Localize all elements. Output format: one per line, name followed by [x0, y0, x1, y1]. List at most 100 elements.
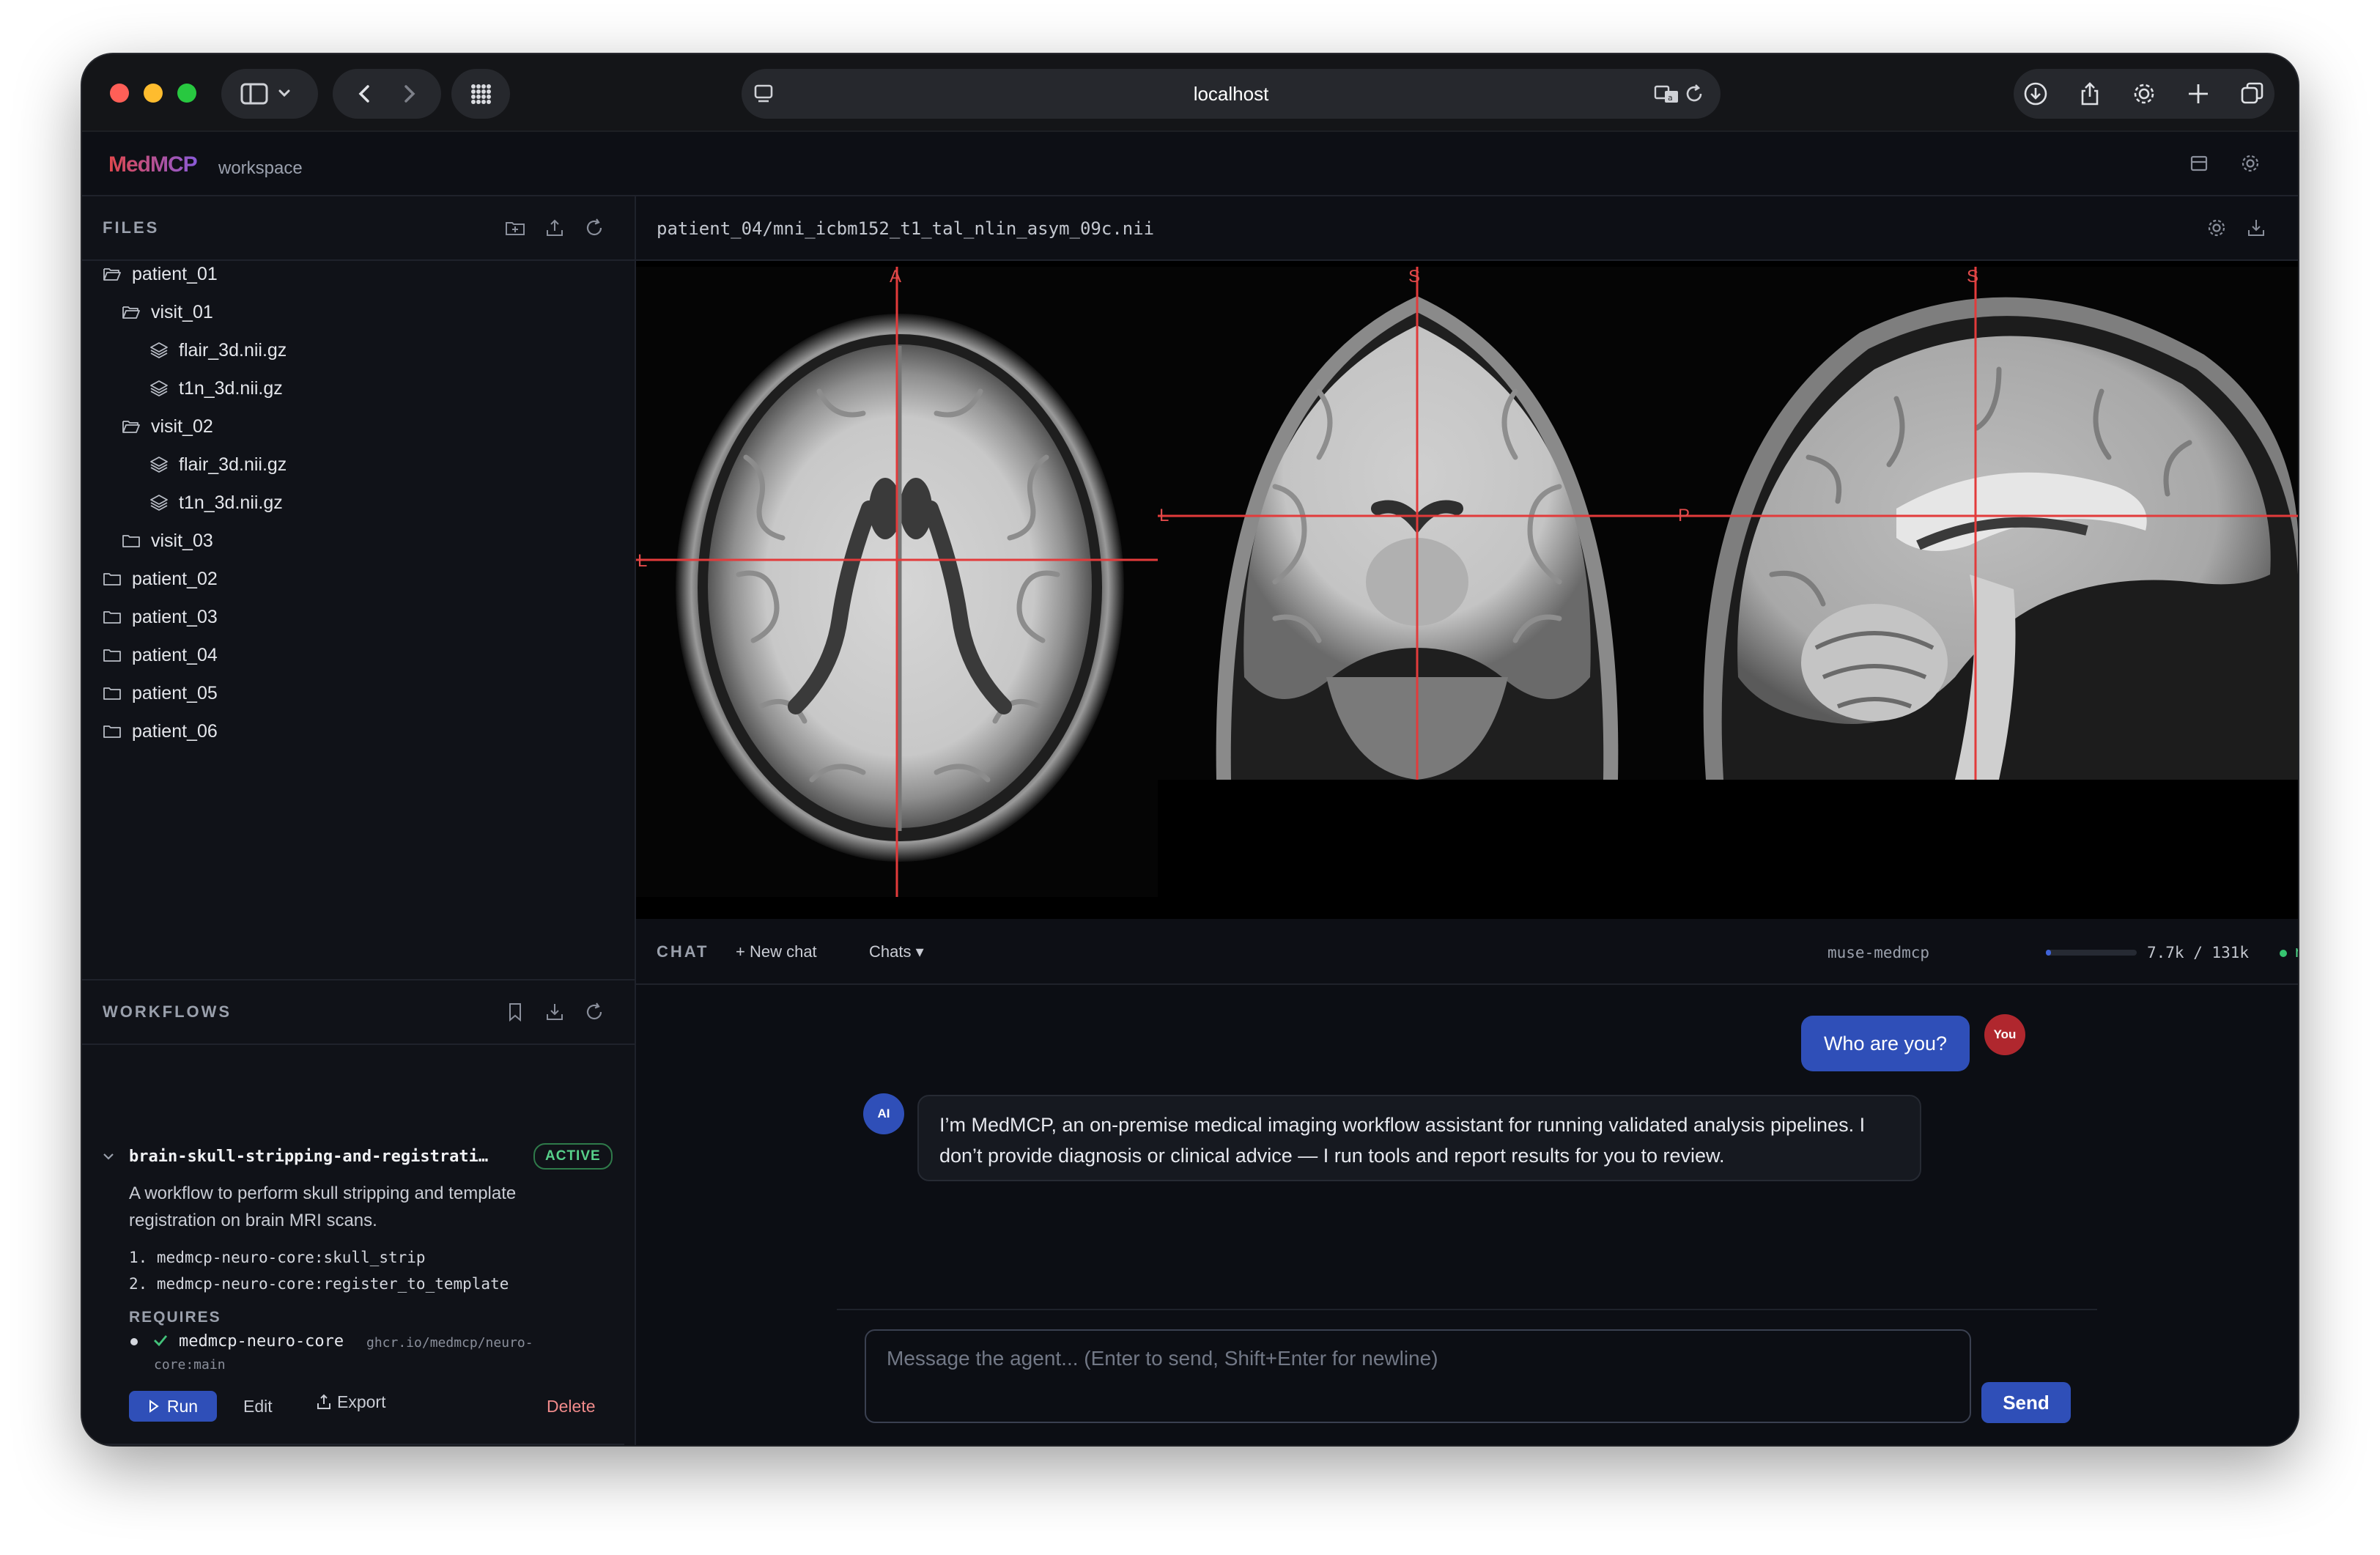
token-usage-bar: [2046, 950, 2137, 956]
check-icon: [154, 1335, 168, 1347]
viewer-header: patient_04/mni_icbm152_t1_tal_nlin_asym_…: [636, 196, 2298, 261]
download-icon[interactable]: [2022, 81, 2049, 107]
tree-item-label: visit_03: [151, 530, 213, 551]
refresh-icon[interactable]: [583, 1001, 605, 1023]
export-button[interactable]: Export: [315, 1392, 385, 1412]
svg-text:a: a: [1668, 93, 1673, 103]
sidebar-toggle-button[interactable]: [221, 69, 318, 119]
status-dot: [2280, 950, 2287, 957]
new-chat-button[interactable]: + New chat: [736, 942, 817, 961]
url-text: localhost: [1193, 83, 1269, 105]
file-item[interactable]: flair_3d.nii.gz: [149, 334, 287, 366]
folder-item[interactable]: patient_06: [103, 715, 218, 747]
composer-divider: [837, 1309, 2097, 1310]
browser-actions: [2014, 69, 2274, 119]
new-tab-icon[interactable]: [2185, 81, 2211, 107]
tree-item-label: patient_01: [132, 263, 218, 284]
folder-item[interactable]: patient_02: [103, 563, 218, 595]
assistant-message: I’m MedMCP, an on-premise medical imagin…: [917, 1095, 1921, 1181]
layers-icon: [150, 495, 168, 511]
mri-viewer[interactable]: A L S L S P: [636, 261, 2298, 919]
app-header: MedMCP workspace: [82, 132, 2298, 196]
folder-open-icon: [103, 268, 121, 281]
close-window-button[interactable]: [110, 84, 129, 103]
download-icon[interactable]: [2245, 217, 2267, 239]
requires-title: REQUIRES: [129, 1309, 221, 1326]
delete-button[interactable]: Delete: [547, 1397, 595, 1417]
divider: [92, 1444, 624, 1445]
chats-dropdown[interactable]: Chats ▾: [869, 942, 924, 961]
tree-item-label: flair_3d.nii.gz: [179, 454, 287, 475]
settings-icon[interactable]: [2206, 217, 2228, 239]
upload-icon[interactable]: [544, 217, 566, 239]
folder-item[interactable]: visit_01: [122, 296, 213, 328]
bookmark-icon[interactable]: [504, 1001, 526, 1023]
layers-icon: [150, 342, 168, 358]
folder-item[interactable]: patient_03: [103, 601, 218, 633]
requirement-image-cont: core:main: [154, 1357, 226, 1373]
files-header: FILES: [82, 196, 635, 261]
layout-icon[interactable]: [2188, 152, 2210, 174]
folder-icon: [122, 535, 140, 547]
zoom-window-button[interactable]: [177, 84, 196, 103]
file-item[interactable]: t1n_3d.nii.gz: [149, 372, 283, 405]
orientation-label: S: [1408, 267, 1421, 287]
folder-open-icon: [122, 306, 140, 319]
refresh-icon[interactable]: [583, 217, 605, 239]
reload-icon[interactable]: [1682, 82, 1706, 106]
edit-button[interactable]: Edit: [243, 1397, 273, 1417]
share-icon[interactable]: [2077, 81, 2103, 107]
folder-item[interactable]: patient_04: [103, 639, 218, 671]
user-message: Who are you?: [1801, 1016, 1970, 1071]
workflow-step: 2. medmcp-neuro-core:register_to_templat…: [129, 1275, 509, 1293]
export-label: Export: [337, 1392, 386, 1411]
grid-icon: [471, 84, 491, 104]
gear-icon[interactable]: [2131, 81, 2157, 107]
file-item[interactable]: flair_3d.nii.gz: [149, 448, 287, 481]
message-input[interactable]: [866, 1331, 1970, 1422]
folder-item[interactable]: visit_02: [122, 410, 213, 443]
sidebar-icon: [240, 83, 268, 105]
tree-item-label: visit_02: [151, 415, 213, 437]
workflow-name[interactable]: brain-skull-stripping-and-registrati…: [129, 1148, 488, 1166]
sagittal-slice-image: [1677, 267, 2298, 780]
minimize-window-button[interactable]: [144, 84, 163, 103]
forward-icon[interactable]: [398, 82, 420, 106]
requirement-image: ghcr.io/medmcp/neuro-: [366, 1335, 533, 1351]
back-icon[interactable]: [354, 82, 376, 106]
orientation-label: S: [1967, 267, 1979, 287]
tree-item-label: visit_01: [151, 301, 213, 322]
chat-header: CHAT + New chat Chats ▾ muse-medmcp 7.7k…: [636, 920, 2298, 985]
send-button[interactable]: Send: [1981, 1382, 2071, 1423]
folder-item[interactable]: patient_01: [103, 258, 218, 290]
address-bar[interactable]: localhost a: [742, 69, 1721, 119]
tabs-icon[interactable]: [2239, 81, 2266, 107]
orientation-label: A: [890, 267, 902, 287]
chevron-down-icon[interactable]: [101, 1149, 116, 1164]
assistant-avatar: AI: [863, 1093, 904, 1134]
tab-overview-button[interactable]: [451, 69, 510, 119]
file-item[interactable]: t1n_3d.nii.gz: [149, 487, 283, 519]
import-icon[interactable]: [544, 1001, 566, 1023]
folder-icon: [103, 725, 121, 738]
folder-item[interactable]: visit_03: [122, 525, 213, 557]
history-nav: [333, 69, 441, 119]
translate-icon[interactable]: a: [1653, 82, 1682, 106]
run-button[interactable]: Run: [129, 1391, 217, 1422]
sagittal-view[interactable]: S P: [1677, 267, 2298, 780]
tree-item-label: t1n_3d.nii.gz: [179, 492, 283, 513]
workspace-label: workspace: [218, 158, 303, 178]
folder-icon: [103, 573, 121, 586]
browser-toolbar: localhost a: [82, 54, 2298, 132]
tree-item-label: flair_3d.nii.gz: [179, 339, 287, 361]
folder-item[interactable]: patient_05: [103, 677, 218, 709]
new-folder-icon[interactable]: [504, 217, 526, 239]
workflow-step: 1. medmcp-neuro-core:skull_strip: [129, 1249, 426, 1266]
token-usage-fill: [2046, 950, 2052, 956]
settings-icon[interactable]: [2239, 152, 2261, 174]
coronal-slice-image: [1158, 267, 1677, 780]
coronal-view[interactable]: S L: [1158, 267, 1677, 780]
chat-title: CHAT: [657, 942, 709, 961]
axial-view[interactable]: A L: [636, 267, 1158, 897]
orientation-label: L: [638, 551, 648, 571]
